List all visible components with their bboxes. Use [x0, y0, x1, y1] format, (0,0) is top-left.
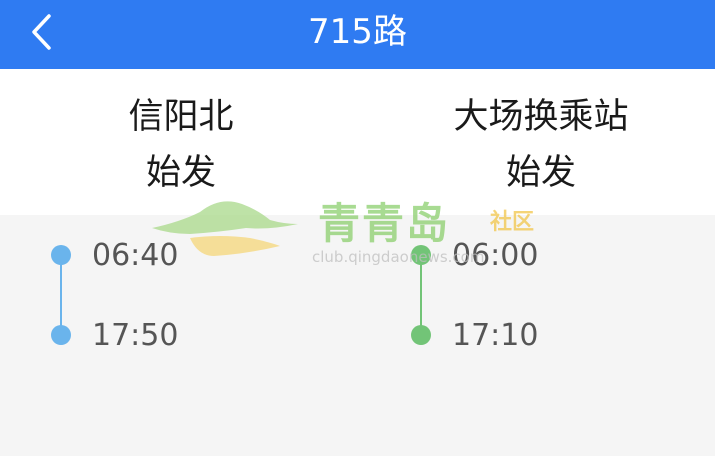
- right-first-dot: [411, 245, 431, 265]
- right-depart-label: 始发: [505, 153, 576, 193]
- right-direction-header: 大场换乘站 始发: [411, 89, 671, 201]
- page-title: 715路: [308, 12, 407, 52]
- right-last-dot: [411, 325, 431, 345]
- left-first-time: 06:40: [92, 238, 179, 273]
- left-first-dot: [51, 245, 71, 265]
- right-timeline-line: [420, 255, 422, 335]
- top-bar: 715路: [0, 0, 715, 69]
- left-last-time: 17:50: [92, 318, 179, 353]
- left-direction-header: 信阳北 始发: [51, 89, 311, 201]
- timetable: 06:40 17:50 06:00 17:10: [0, 215, 715, 456]
- direction-headers: 信阳北 始发 大场换乘站 始发: [0, 69, 715, 215]
- right-last-time: 17:10: [452, 318, 539, 353]
- right-first-time: 06:00: [452, 238, 539, 273]
- right-station-name: 大场换乘站: [453, 97, 629, 137]
- left-last-dot: [51, 325, 71, 345]
- left-station-name: 信阳北: [128, 97, 234, 137]
- left-timeline-line: [60, 255, 62, 335]
- left-depart-label: 始发: [145, 153, 216, 193]
